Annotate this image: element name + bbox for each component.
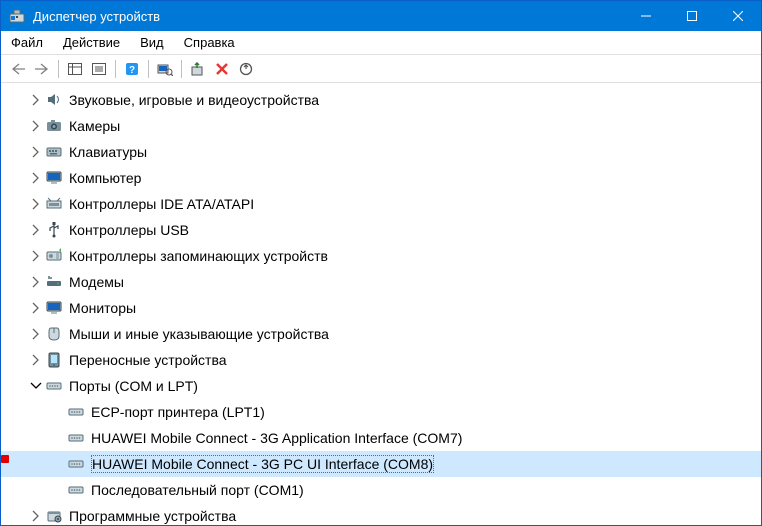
monitor-icon xyxy=(45,300,63,316)
tree-item-label: Контроллеры IDE ATA/ATAPI xyxy=(69,196,254,212)
forward-button[interactable] xyxy=(31,58,53,80)
app-icon xyxy=(9,8,25,24)
minimize-button[interactable] xyxy=(623,1,669,31)
properties-button[interactable] xyxy=(88,58,110,80)
tree-item[interactable]: ECP-порт принтера (LPT1) xyxy=(1,399,761,425)
tree-item-label: HUAWEI Mobile Connect - 3G Application I… xyxy=(91,430,462,446)
tree-item[interactable]: Порты (COM и LPT) xyxy=(1,373,761,399)
expander-spacer xyxy=(51,431,65,445)
tree-item-label: HUAWEI Mobile Connect - 3G PC UI Interfa… xyxy=(91,455,434,473)
help-button[interactable]: ? xyxy=(121,58,143,80)
chevron-right-icon[interactable] xyxy=(29,171,43,185)
chevron-right-icon[interactable] xyxy=(29,197,43,211)
tree-item[interactable]: HUAWEI Mobile Connect - 3G Application I… xyxy=(1,425,761,451)
toolbar-separator xyxy=(148,60,149,78)
tree-item-label: Клавиатуры xyxy=(69,144,147,160)
tree-item-label: ECP-порт принтера (LPT1) xyxy=(91,404,265,420)
tree-item-label: Компьютер xyxy=(69,170,141,186)
chevron-down-icon[interactable] xyxy=(29,379,43,393)
menu-file[interactable]: Файл xyxy=(1,32,53,53)
device-tree[interactable]: Звуковые, игровые и видеоустройства Камер… xyxy=(1,83,761,525)
tree-item[interactable]: Мониторы xyxy=(1,295,761,321)
maximize-button[interactable] xyxy=(669,1,715,31)
enable-device-button[interactable] xyxy=(187,58,209,80)
tree-item[interactable]: Мыши и иные указывающие устройства xyxy=(1,321,761,347)
uninstall-device-button[interactable] xyxy=(211,58,233,80)
toolbar-separator xyxy=(181,60,182,78)
modem-icon xyxy=(45,274,63,290)
window-title: Диспетчер устройств xyxy=(33,9,623,24)
chevron-right-icon[interactable] xyxy=(29,93,43,107)
expander-spacer xyxy=(51,405,65,419)
close-button[interactable] xyxy=(715,1,761,31)
port-icon xyxy=(67,430,85,446)
tree-item-label: Мыши и иные указывающие устройства xyxy=(69,326,329,342)
camera-icon xyxy=(45,118,63,134)
storage-icon xyxy=(45,248,63,264)
chevron-right-icon[interactable] xyxy=(29,119,43,133)
monitor-icon xyxy=(45,170,63,186)
tree-item-label: Порты (COM и LPT) xyxy=(69,378,198,394)
menubar: Файл Действие Вид Справка xyxy=(1,31,761,55)
software-icon xyxy=(45,508,63,524)
toolbar-separator xyxy=(115,60,116,78)
chevron-right-icon[interactable] xyxy=(29,145,43,159)
svg-text:?: ? xyxy=(129,65,135,76)
tree-item[interactable]: Камеры xyxy=(1,113,761,139)
scan-hardware-button[interactable] xyxy=(154,58,176,80)
tree-item-label: Последовательный порт (COM1) xyxy=(91,482,304,498)
tree-item[interactable]: Клавиатуры xyxy=(1,139,761,165)
chevron-right-icon[interactable] xyxy=(29,275,43,289)
chevron-right-icon[interactable] xyxy=(29,223,43,237)
titlebar[interactable]: Диспетчер устройств xyxy=(1,1,761,31)
speaker-icon xyxy=(45,92,63,108)
port-icon xyxy=(45,378,63,394)
tree-pane[interactable]: Звуковые, игровые и видеоустройства Камер… xyxy=(1,83,761,525)
chevron-right-icon[interactable] xyxy=(29,509,43,523)
tree-item-label: Программные устройства xyxy=(69,508,236,524)
tree-item[interactable]: Компьютер xyxy=(1,165,761,191)
tree-item[interactable]: Программные устройства xyxy=(1,503,761,525)
toolbar-separator xyxy=(58,60,59,78)
tree-item[interactable]: Контроллеры USB xyxy=(1,217,761,243)
annotation-red-marker xyxy=(1,455,9,463)
port-icon xyxy=(67,456,85,472)
keyboard-icon xyxy=(45,144,63,160)
menu-view[interactable]: Вид xyxy=(130,32,174,53)
chevron-right-icon[interactable] xyxy=(29,327,43,341)
tree-item-label: Камеры xyxy=(69,118,120,134)
chevron-right-icon[interactable] xyxy=(29,353,43,367)
portable-icon xyxy=(45,352,63,368)
menu-help[interactable]: Справка xyxy=(174,32,245,53)
device-manager-window: Диспетчер устройств Файл Действие Вид Сп… xyxy=(0,0,762,526)
menu-action[interactable]: Действие xyxy=(53,32,130,53)
chevron-right-icon[interactable] xyxy=(29,301,43,315)
expander-spacer xyxy=(51,457,65,471)
show-hide-console-button[interactable] xyxy=(64,58,86,80)
back-button[interactable] xyxy=(7,58,29,80)
toolbar: ? xyxy=(1,55,761,83)
tree-item-label: Контроллеры запоминающих устройств xyxy=(69,248,328,264)
port-icon xyxy=(67,404,85,420)
tree-item-label: Переносные устройства xyxy=(69,352,227,368)
tree-item[interactable]: Контроллеры IDE ATA/ATAPI xyxy=(1,191,761,217)
usb-icon xyxy=(45,222,63,238)
tree-item[interactable]: Переносные устройства xyxy=(1,347,761,373)
ide-icon xyxy=(45,196,63,212)
port-icon xyxy=(67,482,85,498)
chevron-right-icon[interactable] xyxy=(29,249,43,263)
expander-spacer xyxy=(51,483,65,497)
tree-item[interactable]: Последовательный порт (COM1) xyxy=(1,477,761,503)
tree-item-label: Мониторы xyxy=(69,300,136,316)
tree-item-label: Модемы xyxy=(69,274,124,290)
tree-item-label: Контроллеры USB xyxy=(69,222,189,238)
mouse-icon xyxy=(45,326,63,342)
update-driver-button[interactable] xyxy=(235,58,257,80)
tree-item[interactable]: Модемы xyxy=(1,269,761,295)
tree-item-label: Звуковые, игровые и видеоустройства xyxy=(69,92,319,108)
tree-item[interactable]: Контроллеры запоминающих устройств xyxy=(1,243,761,269)
tree-item[interactable]: Звуковые, игровые и видеоустройства xyxy=(1,87,761,113)
tree-item[interactable]: HUAWEI Mobile Connect - 3G PC UI Interfa… xyxy=(1,451,761,477)
